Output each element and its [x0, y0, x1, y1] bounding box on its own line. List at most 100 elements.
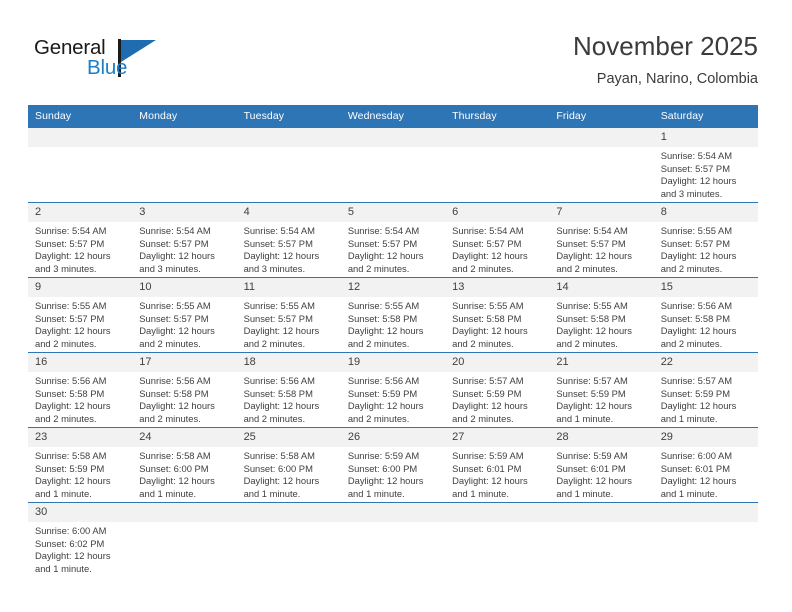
daylight-text: Daylight: 12 hours and 2 minutes.: [139, 325, 215, 349]
day-info: Sunrise: 5:55 AM Sunset: 5:58 PM Daylight:…: [445, 297, 549, 350]
sunset-text: Sunset: 6:01 PM: [660, 462, 730, 474]
day-number: [236, 128, 341, 147]
weekday-header-sunday: Sunday: [28, 105, 133, 128]
calendar-day-cell[interactable]: 28 Sunrise: 5:59 AM Sunset: 6:01 PM Dayligh…: [549, 427, 654, 503]
sunrise-text: Sunrise: 5:57 AM: [452, 375, 524, 386]
day-number: [653, 503, 758, 522]
calendar-day-cell[interactable]: 29 Sunrise: 6:00 AM Sunset: 6:01 PM Dayligh…: [653, 427, 758, 503]
calendar-day-cell[interactable]: 6 Sunrise: 5:54 AM Sunset: 5:57 PM Daylight…: [445, 202, 550, 278]
day-number: 17: [132, 353, 237, 372]
sunrise-text: Sunrise: 5:55 AM: [452, 300, 524, 311]
calendar-day-cell[interactable]: 25 Sunrise: 5:58 AM Sunset: 6:00 PM Dayligh…: [236, 427, 341, 503]
day-number: 24: [132, 428, 237, 447]
day-number: 8: [653, 203, 758, 222]
daylight-text: Daylight: 12 hours and 3 minutes.: [35, 250, 111, 274]
sunset-text: Sunset: 6:01 PM: [556, 462, 626, 474]
sunrise-text: Sunrise: 5:55 AM: [556, 300, 628, 311]
day-number: 28: [549, 428, 654, 447]
calendar-day-cell[interactable]: 11 Sunrise: 5:55 AM Sunset: 5:57 PM Dayligh…: [236, 277, 341, 353]
daylight-text: Daylight: 12 hours and 1 minute.: [452, 475, 528, 499]
calendar-cell-empty: [340, 502, 446, 577]
calendar-day-cell[interactable]: 20 Sunrise: 5:57 AM Sunset: 5:59 PM Dayligh…: [445, 352, 550, 428]
calendar-page: General Blue November 2025 Payan, Narino…: [0, 0, 792, 612]
calendar-day-cell[interactable]: 13 Sunrise: 5:55 AM Sunset: 5:58 PM Dayligh…: [445, 277, 550, 353]
calendar-day-cell[interactable]: 24 Sunrise: 5:58 AM Sunset: 6:00 PM Dayligh…: [132, 427, 237, 503]
day-number: 25: [236, 428, 341, 447]
sunset-text: Sunset: 5:59 PM: [660, 387, 730, 399]
calendar-day-cell[interactable]: 30 Sunrise: 6:00 AM Sunset: 6:02 PM Dayligh…: [28, 502, 133, 577]
day-info: Sunrise: 5:55 AM Sunset: 5:58 PM Daylight:…: [549, 297, 653, 350]
calendar-day-cell[interactable]: 4 Sunrise: 5:54 AM Sunset: 5:57 PM Daylight…: [236, 202, 341, 278]
day-info: Sunrise: 5:58 AM Sunset: 6:00 PM Daylight:…: [132, 447, 236, 500]
day-info: Sunrise: 5:59 AM Sunset: 6:01 PM Daylight:…: [549, 447, 653, 500]
day-info: Sunrise: 5:56 AM Sunset: 5:58 PM Daylight:…: [28, 372, 132, 425]
sunrise-text: Sunrise: 5:58 AM: [139, 450, 211, 461]
day-number: [28, 128, 133, 147]
day-info: Sunrise: 5:54 AM Sunset: 5:57 PM Daylight:…: [132, 222, 236, 275]
day-info: Sunrise: 5:59 AM Sunset: 6:01 PM Daylight:…: [445, 447, 549, 500]
sunrise-text: Sunrise: 5:54 AM: [660, 150, 733, 161]
day-number: [445, 128, 550, 147]
day-number: 26: [340, 428, 446, 447]
calendar-week-row: 9 Sunrise: 5:55 AM Sunset: 5:57 PM Daylight…: [28, 277, 758, 353]
day-info: Sunrise: 5:54 AM Sunset: 5:57 PM Daylight:…: [237, 222, 341, 275]
calendar-day-cell[interactable]: 27 Sunrise: 5:59 AM Sunset: 6:01 PM Dayligh…: [445, 427, 550, 503]
daylight-text: Daylight: 12 hours and 3 minutes.: [139, 250, 215, 274]
calendar-day-cell[interactable]: 19 Sunrise: 5:56 AM Sunset: 5:59 PM Dayligh…: [340, 352, 446, 428]
day-info: Sunrise: 5:54 AM Sunset: 5:57 PM Daylight:…: [341, 222, 445, 275]
day-number: 12: [340, 278, 446, 297]
calendar-day-cell[interactable]: 1 Sunrise: 5:54 AM Sunset: 5:57 PM Daylight…: [653, 127, 758, 203]
sunset-text: Sunset: 5:57 PM: [660, 237, 730, 249]
calendar-week-row: 23 Sunrise: 5:58 AM Sunset: 5:59 PM Dayligh…: [28, 427, 758, 503]
daylight-text: Daylight: 12 hours and 1 minute.: [556, 475, 632, 499]
day-number: 23: [28, 428, 133, 447]
calendar-day-cell[interactable]: 16 Sunrise: 5:56 AM Sunset: 5:58 PM Dayligh…: [28, 352, 133, 428]
sunrise-text: Sunrise: 5:54 AM: [556, 225, 628, 236]
sunset-text: Sunset: 5:57 PM: [243, 237, 313, 249]
calendar-day-cell[interactable]: 18 Sunrise: 5:56 AM Sunset: 5:58 PM Dayligh…: [236, 352, 341, 428]
calendar-day-cell[interactable]: 15 Sunrise: 5:56 AM Sunset: 5:58 PM Dayligh…: [653, 277, 758, 353]
sunrise-text: Sunrise: 5:54 AM: [243, 225, 315, 236]
calendar-cell-empty: [132, 127, 237, 203]
sunset-text: Sunset: 5:57 PM: [139, 237, 209, 249]
calendar-day-cell[interactable]: 14 Sunrise: 5:55 AM Sunset: 5:58 PM Dayligh…: [549, 277, 654, 353]
sunrise-text: Sunrise: 5:56 AM: [243, 375, 315, 386]
sunrise-text: Sunrise: 5:56 AM: [347, 375, 420, 386]
daylight-text: Daylight: 12 hours and 2 minutes.: [556, 250, 632, 274]
calendar-day-cell[interactable]: 3 Sunrise: 5:54 AM Sunset: 5:57 PM Daylight…: [132, 202, 237, 278]
brand-logo[interactable]: General Blue: [34, 36, 164, 86]
calendar-day-cell[interactable]: 17 Sunrise: 5:56 AM Sunset: 5:58 PM Dayligh…: [132, 352, 237, 428]
calendar-day-cell[interactable]: 9 Sunrise: 5:55 AM Sunset: 5:57 PM Daylight…: [28, 277, 133, 353]
calendar-day-cell[interactable]: 2 Sunrise: 5:54 AM Sunset: 5:57 PM Daylight…: [28, 202, 133, 278]
day-number: 18: [236, 353, 341, 372]
day-number: [549, 503, 654, 522]
sunset-text: Sunset: 5:58 PM: [243, 387, 313, 399]
sunrise-text: Sunrise: 5:55 AM: [35, 300, 107, 311]
calendar-body: 1 Sunrise: 5:54 AM Sunset: 5:57 PM Daylight…: [28, 127, 758, 577]
sunset-text: Sunset: 5:57 PM: [660, 162, 730, 174]
calendar-cell-empty: [549, 502, 654, 577]
calendar-cell-empty: [236, 127, 341, 203]
day-info: Sunrise: 5:57 AM Sunset: 5:59 PM Daylight:…: [654, 372, 758, 425]
calendar-day-cell[interactable]: 7 Sunrise: 5:54 AM Sunset: 5:57 PM Daylight…: [549, 202, 654, 278]
day-info: Sunrise: 5:56 AM Sunset: 5:59 PM Daylight:…: [341, 372, 445, 425]
daylight-text: Daylight: 12 hours and 1 minute.: [139, 475, 215, 499]
day-info: Sunrise: 5:56 AM Sunset: 5:58 PM Daylight:…: [132, 372, 236, 425]
calendar-day-cell[interactable]: 10 Sunrise: 5:55 AM Sunset: 5:57 PM Dayligh…: [132, 277, 237, 353]
day-number: [132, 128, 237, 147]
day-info: Sunrise: 5:59 AM Sunset: 6:00 PM Daylight:…: [341, 447, 445, 500]
calendar-day-cell[interactable]: 21 Sunrise: 5:57 AM Sunset: 5:59 PM Dayligh…: [549, 352, 654, 428]
sunrise-text: Sunrise: 5:55 AM: [139, 300, 211, 311]
sunrise-text: Sunrise: 5:56 AM: [660, 300, 733, 311]
daylight-text: Daylight: 12 hours and 2 minutes.: [347, 400, 424, 424]
calendar-day-cell[interactable]: 12 Sunrise: 5:55 AM Sunset: 5:58 PM Dayligh…: [340, 277, 446, 353]
daylight-text: Daylight: 12 hours and 2 minutes.: [243, 325, 320, 349]
calendar-day-cell[interactable]: 23 Sunrise: 5:58 AM Sunset: 5:59 PM Dayligh…: [28, 427, 133, 503]
calendar-day-cell[interactable]: 5 Sunrise: 5:54 AM Sunset: 5:57 PM Daylight…: [340, 202, 446, 278]
calendar-day-cell[interactable]: 22 Sunrise: 5:57 AM Sunset: 5:59 PM Dayligh…: [653, 352, 758, 428]
day-number: [340, 128, 446, 147]
day-info: Sunrise: 5:55 AM Sunset: 5:57 PM Daylight:…: [132, 297, 236, 350]
calendar-day-cell[interactable]: 8 Sunrise: 5:55 AM Sunset: 5:57 PM Daylight…: [653, 202, 758, 278]
day-number: 7: [549, 203, 654, 222]
calendar-day-cell[interactable]: 26 Sunrise: 5:59 AM Sunset: 6:00 PM Dayligh…: [340, 427, 446, 503]
